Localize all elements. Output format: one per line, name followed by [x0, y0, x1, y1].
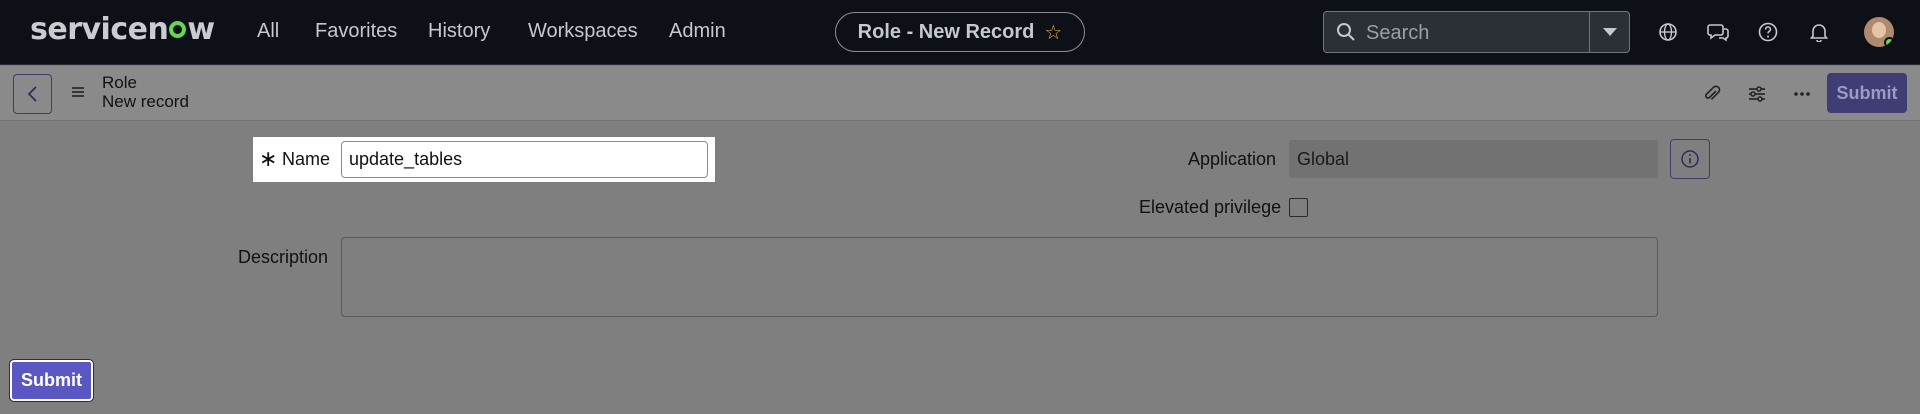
nav-favorites[interactable]: Favorites: [315, 20, 397, 43]
global-search[interactable]: Search: [1323, 11, 1630, 53]
context-menu-icon[interactable]: [70, 85, 86, 104]
avatar[interactable]: [1864, 17, 1894, 47]
nav-workspaces[interactable]: Workspaces: [528, 20, 638, 43]
chat-icon[interactable]: [1705, 19, 1731, 45]
presence-status-dot: [1884, 37, 1894, 47]
search-scope-dropdown[interactable]: [1589, 12, 1629, 52]
info-icon[interactable]: [1670, 139, 1710, 179]
description-label: Description: [238, 247, 329, 267]
required-mark: ∗: [259, 146, 278, 171]
record-title: Role - New Record: [857, 20, 1035, 43]
submit-button-header[interactable]: Submit: [1827, 73, 1907, 113]
servicenow-logo[interactable]: servicen w: [30, 12, 215, 47]
paperclip-icon[interactable]: [1700, 82, 1724, 106]
search-input[interactable]: Search: [1366, 22, 1429, 45]
sliders-icon[interactable]: [1745, 82, 1769, 106]
form-header: Role New record Submit: [0, 66, 1920, 121]
chevron-left-icon: [27, 86, 37, 102]
record-table-name: Role: [102, 73, 137, 92]
chevron-down-icon: [1602, 28, 1617, 36]
search-icon: [1336, 22, 1356, 47]
nav-history[interactable]: History: [428, 20, 490, 43]
application-label: Application: [1188, 149, 1277, 169]
globe-icon[interactable]: [1655, 19, 1681, 45]
top-navigation: servicen w All Favorites History Workspac…: [0, 0, 1920, 65]
description-textarea[interactable]: [341, 237, 1658, 317]
name-field-group: ∗ Name update_tables: [253, 137, 715, 182]
nav-admin[interactable]: Admin: [669, 20, 726, 43]
elevated-privilege-label: Elevated privilege: [1139, 197, 1282, 217]
help-icon[interactable]: [1755, 19, 1781, 45]
record-state: New record: [102, 92, 189, 111]
name-label: Name: [282, 149, 331, 169]
submit-button[interactable]: Submit: [9, 359, 94, 402]
nav-all[interactable]: All: [257, 20, 279, 43]
elevated-privilege-checkbox[interactable]: [1289, 198, 1308, 217]
application-field: Global: [1289, 140, 1658, 178]
back-button[interactable]: [13, 74, 52, 114]
more-icon[interactable]: [1790, 82, 1814, 106]
record-title-pill[interactable]: Role - New Record ☆: [835, 12, 1085, 52]
star-icon[interactable]: ☆: [1044, 20, 1062, 45]
name-input[interactable]: update_tables: [341, 141, 708, 178]
bell-icon[interactable]: [1806, 19, 1832, 45]
